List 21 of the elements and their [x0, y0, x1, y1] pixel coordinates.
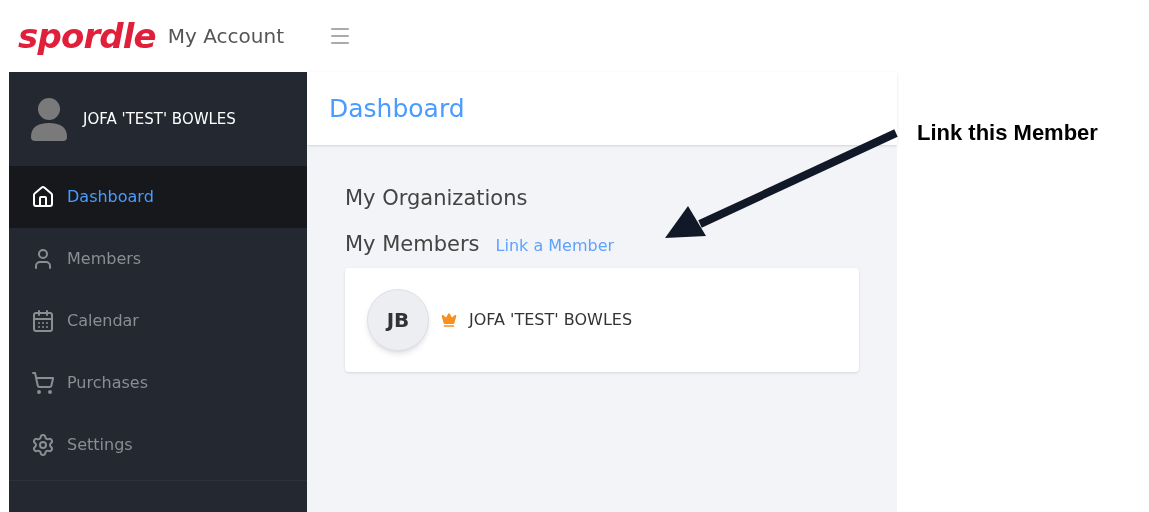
cart-icon	[31, 371, 55, 395]
member-name: JOFA 'TEST' BOWLES	[469, 309, 633, 331]
annotation-text: Link this Member	[917, 120, 1098, 145]
link-member-link[interactable]: Link a Member	[495, 233, 615, 258]
sidebar-item[interactable]: Calendar	[9, 290, 307, 352]
section-heading: My Members	[345, 230, 480, 258]
member-initials: JB	[367, 289, 429, 351]
sidebar-item[interactable]: Settings	[9, 414, 307, 476]
section-heading: My Organizations	[345, 185, 529, 212]
app-title: My Account	[167, 23, 284, 50]
sidebar-item[interactable]: Members	[9, 228, 307, 290]
user-name: JOFA 'TEST' BOWLES	[83, 108, 236, 130]
sidebar-item[interactable]: Purchases	[9, 352, 307, 414]
sidebar-item[interactable]: Dashboard	[9, 166, 307, 228]
settings-icon	[31, 433, 55, 457]
calendar-icon	[31, 309, 55, 333]
logo: spordle	[18, 19, 156, 53]
member-card[interactable]: JB JOFA 'TEST' BOWLES	[345, 268, 859, 372]
house-icon	[31, 185, 55, 209]
page-title: Dashboard	[329, 92, 465, 125]
avatar-icon	[31, 97, 67, 141]
